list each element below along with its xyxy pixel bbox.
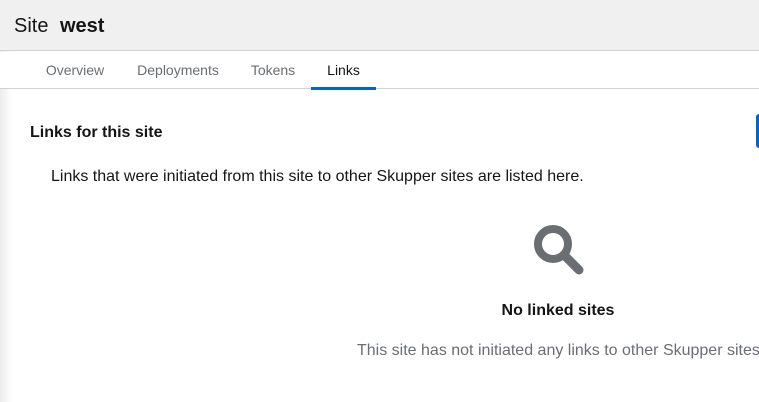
tab-deployments[interactable]: Deployments	[120, 52, 236, 89]
page-header: Site west	[0, 0, 759, 51]
tab-bar: Overview Deployments Tokens Links	[0, 52, 759, 90]
section-title: Links for this site	[30, 124, 163, 141]
empty-state-body: This site has not initiated any links to…	[357, 342, 759, 359]
tab-overview[interactable]: Overview	[30, 52, 120, 89]
search-icon	[530, 221, 586, 277]
site-name: west	[60, 15, 105, 37]
empty-state-title: No linked sites	[501, 302, 615, 319]
tab-links[interactable]: Links	[311, 52, 376, 90]
section-description: Links that were initiated from this site…	[51, 168, 584, 185]
header-label: Site	[14, 15, 49, 37]
tab-tokens[interactable]: Tokens	[236, 52, 310, 89]
page-edge-shadow	[0, 51, 12, 402]
